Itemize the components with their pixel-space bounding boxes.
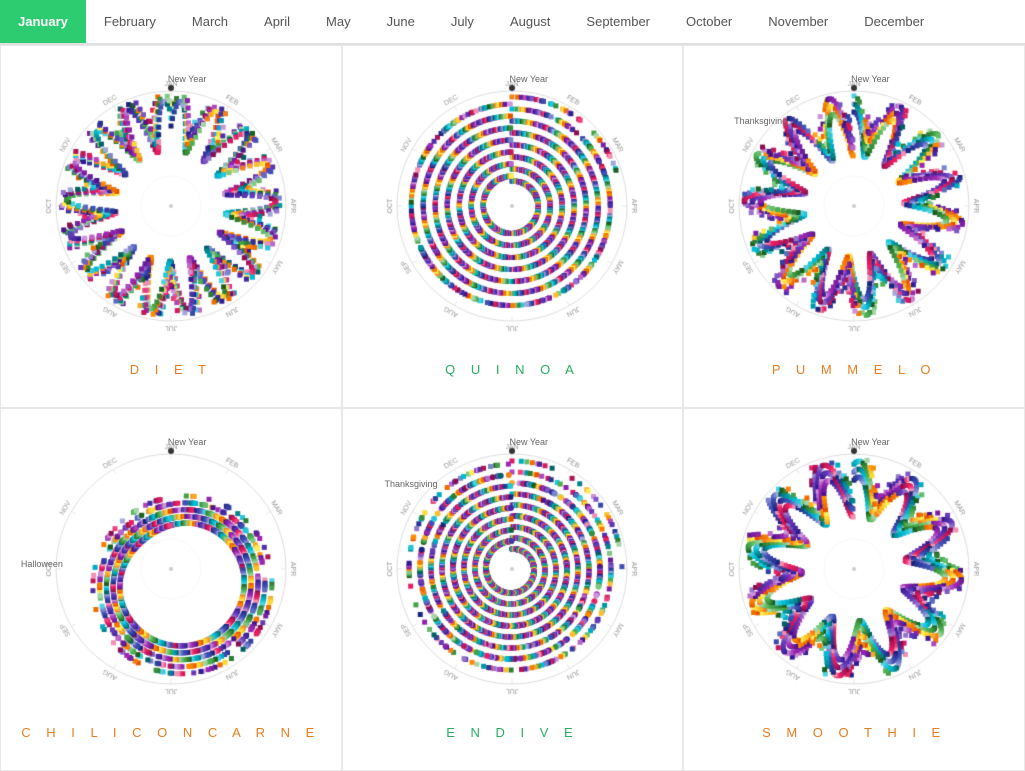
chart-title-quinoa: Q U I N O A <box>445 362 580 377</box>
chart-diet: New Year <box>31 66 311 346</box>
chart-cell-smoothie: New Year S M O O T H I E <box>683 408 1025 771</box>
tab-february[interactable]: February <box>86 0 174 43</box>
tab-april[interactable]: April <box>246 0 308 43</box>
tab-november[interactable]: November <box>750 0 846 43</box>
canvas-diet <box>31 66 311 346</box>
canvas-quinoa <box>372 66 652 346</box>
chart-title-smoothie: S M O O T H I E <box>762 725 946 740</box>
annotation-new-year: New Year <box>509 74 548 84</box>
chart-title-endive: E N D I V E <box>446 725 578 740</box>
tab-may[interactable]: May <box>308 0 369 43</box>
tab-march[interactable]: March <box>174 0 246 43</box>
annotation-new-year: New Year <box>851 437 890 447</box>
chart-quinoa: New Year <box>372 66 652 346</box>
chart-cell-quinoa: New Year Q U I N O A <box>342 45 684 408</box>
tab-august[interactable]: August <box>492 0 568 43</box>
chart-endive: New Year Thanksgiving <box>372 429 652 709</box>
canvas-chili-con-carne <box>31 429 311 709</box>
chart-pummelo: New Year Thanksgiving <box>714 66 994 346</box>
chart-cell-chili-con-carne: New YearHalloweenC H I L I C O N C A R N… <box>0 408 342 771</box>
chart-cell-endive: New Year Thanksgiving E N D I V E <box>342 408 684 771</box>
tab-bar: JanuaryFebruaryMarchAprilMayJuneJulyAugu… <box>0 0 1025 45</box>
chart-title-pummelo: P U M M E L O <box>772 362 937 377</box>
tab-october[interactable]: October <box>668 0 750 43</box>
annotation-new-year: New Year <box>851 74 890 84</box>
annotation-new-year: New Year <box>509 437 548 447</box>
annotation-halloween: Halloween <box>21 559 63 569</box>
tab-september[interactable]: September <box>568 0 668 43</box>
chart-smoothie: New Year <box>714 429 994 709</box>
chart-title-diet: D I E T <box>130 362 212 377</box>
chart-chili-con-carne: New YearHalloween <box>31 429 311 709</box>
tab-june[interactable]: June <box>369 0 433 43</box>
annotation-new-year: New Year <box>168 74 207 84</box>
chart-cell-diet: New Year D I E T <box>0 45 342 408</box>
tab-july[interactable]: July <box>433 0 492 43</box>
tab-january[interactable]: January <box>0 0 86 43</box>
canvas-pummelo <box>714 66 994 346</box>
chart-grid: New YearD I E TNew YearQ U I N O ANew Ye… <box>0 45 1025 771</box>
annotation-new-year: New Year <box>168 437 207 447</box>
tab-december[interactable]: December <box>846 0 942 43</box>
canvas-endive <box>372 429 652 709</box>
annotation-thanksgiving: Thanksgiving <box>384 479 437 489</box>
chart-title-chili-con-carne: C H I L I C O N C A R N E <box>21 725 320 740</box>
canvas-smoothie <box>714 429 994 709</box>
chart-cell-pummelo: New Year Thanksgiving P U M M E L O <box>683 45 1025 408</box>
annotation-thanksgiving: Thanksgiving <box>734 116 787 126</box>
